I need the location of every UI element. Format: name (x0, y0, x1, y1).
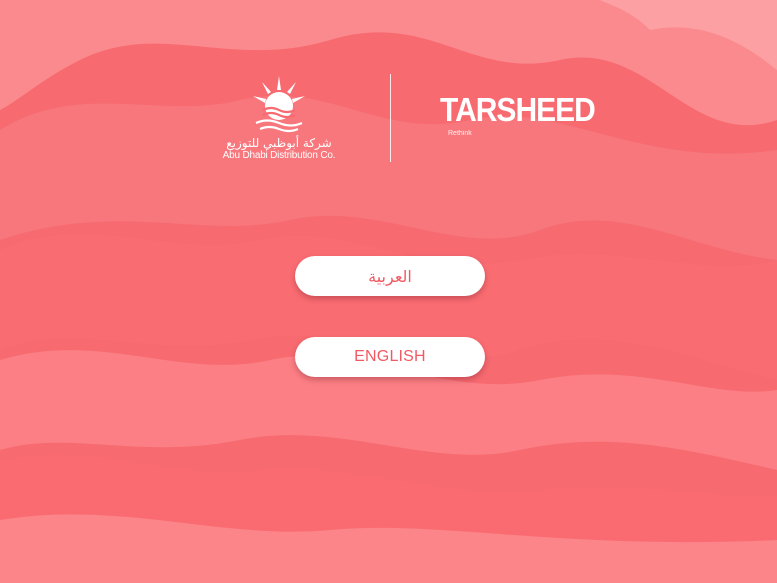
sun-over-waves-icon (253, 76, 305, 133)
add-logo: شركة أبوظبي للتوزيع Abu Dhabi Distributi… (214, 74, 344, 166)
tarsheed-wordmark: TARSHEED (440, 92, 596, 129)
english-language-button[interactable]: ENGLISH (295, 337, 485, 377)
add-english-name: Abu Dhabi Distribution Co. (222, 150, 336, 161)
tarsheed-logo: TARSHEED Rethink (440, 93, 596, 145)
logo-divider (390, 74, 391, 162)
language-selection-screen: شركة أبوظبي للتوزيع Abu Dhabi Distributi… (0, 0, 777, 583)
add-arabic-name: شركة أبوظبي للتوزيع (226, 136, 332, 150)
arabic-language-button[interactable]: العربية (295, 256, 485, 296)
tarsheed-tagline: Rethink (448, 130, 472, 137)
